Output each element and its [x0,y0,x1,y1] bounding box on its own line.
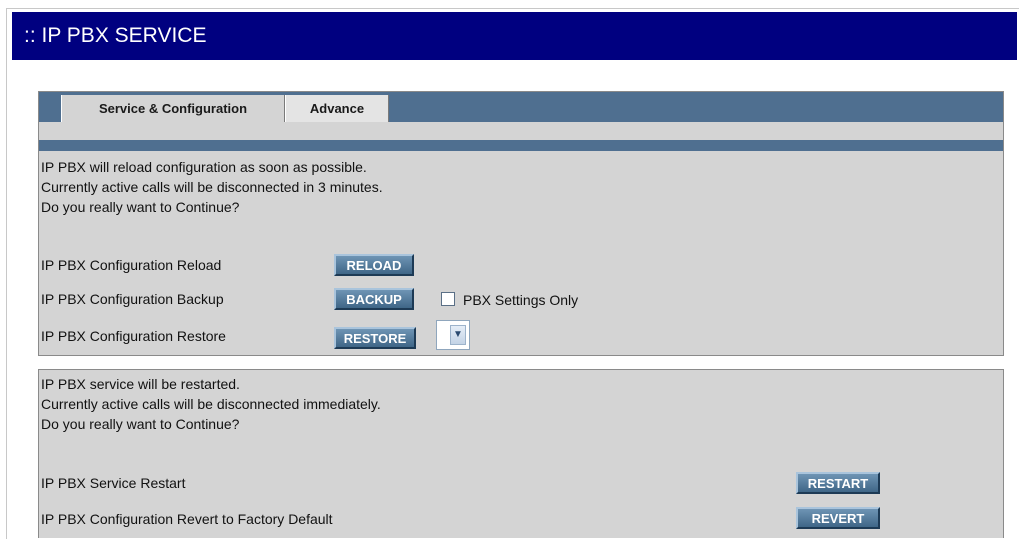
service-warning-line-3: Do you really want to Continue? [41,416,240,432]
tab-strip: Service & Configuration Advance [39,92,1003,122]
restore-label: IP PBX Configuration Restore [41,328,226,344]
restart-label: IP PBX Service Restart [41,475,186,491]
pbx-settings-only-label: PBX Settings Only [463,292,579,308]
service-panel: IP PBX service will be restarted. Curren… [38,369,1004,538]
config-warning-line-1: IP PBX will reload configuration as soon… [41,159,367,175]
tab-advance[interactable]: Advance [285,95,389,122]
service-warning-line-1: IP PBX service will be restarted. [41,376,240,392]
service-warning-line-2: Currently active calls will be disconnec… [41,396,381,412]
restore-button[interactable]: RESTORE [334,327,416,349]
revert-button[interactable]: REVERT [796,507,880,529]
page-title: :: IP PBX SERVICE [12,12,1017,60]
reload-label: IP PBX Configuration Reload [41,257,222,273]
reload-button[interactable]: RELOAD [334,254,414,276]
restart-button[interactable]: RESTART [796,472,880,494]
revert-label: IP PBX Configuration Revert to Factory D… [41,511,333,527]
config-warning-line-3: Do you really want to Continue? [41,199,240,215]
pbx-settings-only-checkbox[interactable] [441,292,455,306]
backup-button[interactable]: BACKUP [334,288,414,310]
tab-service-configuration[interactable]: Service & Configuration [61,95,285,122]
chevron-down-icon: ▼ [450,325,466,345]
restore-file-select[interactable]: ▼ [436,320,470,350]
config-panel: Service & Configuration Advance IP PBX w… [38,91,1004,356]
config-warning-line-2: Currently active calls will be disconnec… [41,179,383,195]
backup-label: IP PBX Configuration Backup [41,291,224,307]
section-divider [39,140,1003,151]
